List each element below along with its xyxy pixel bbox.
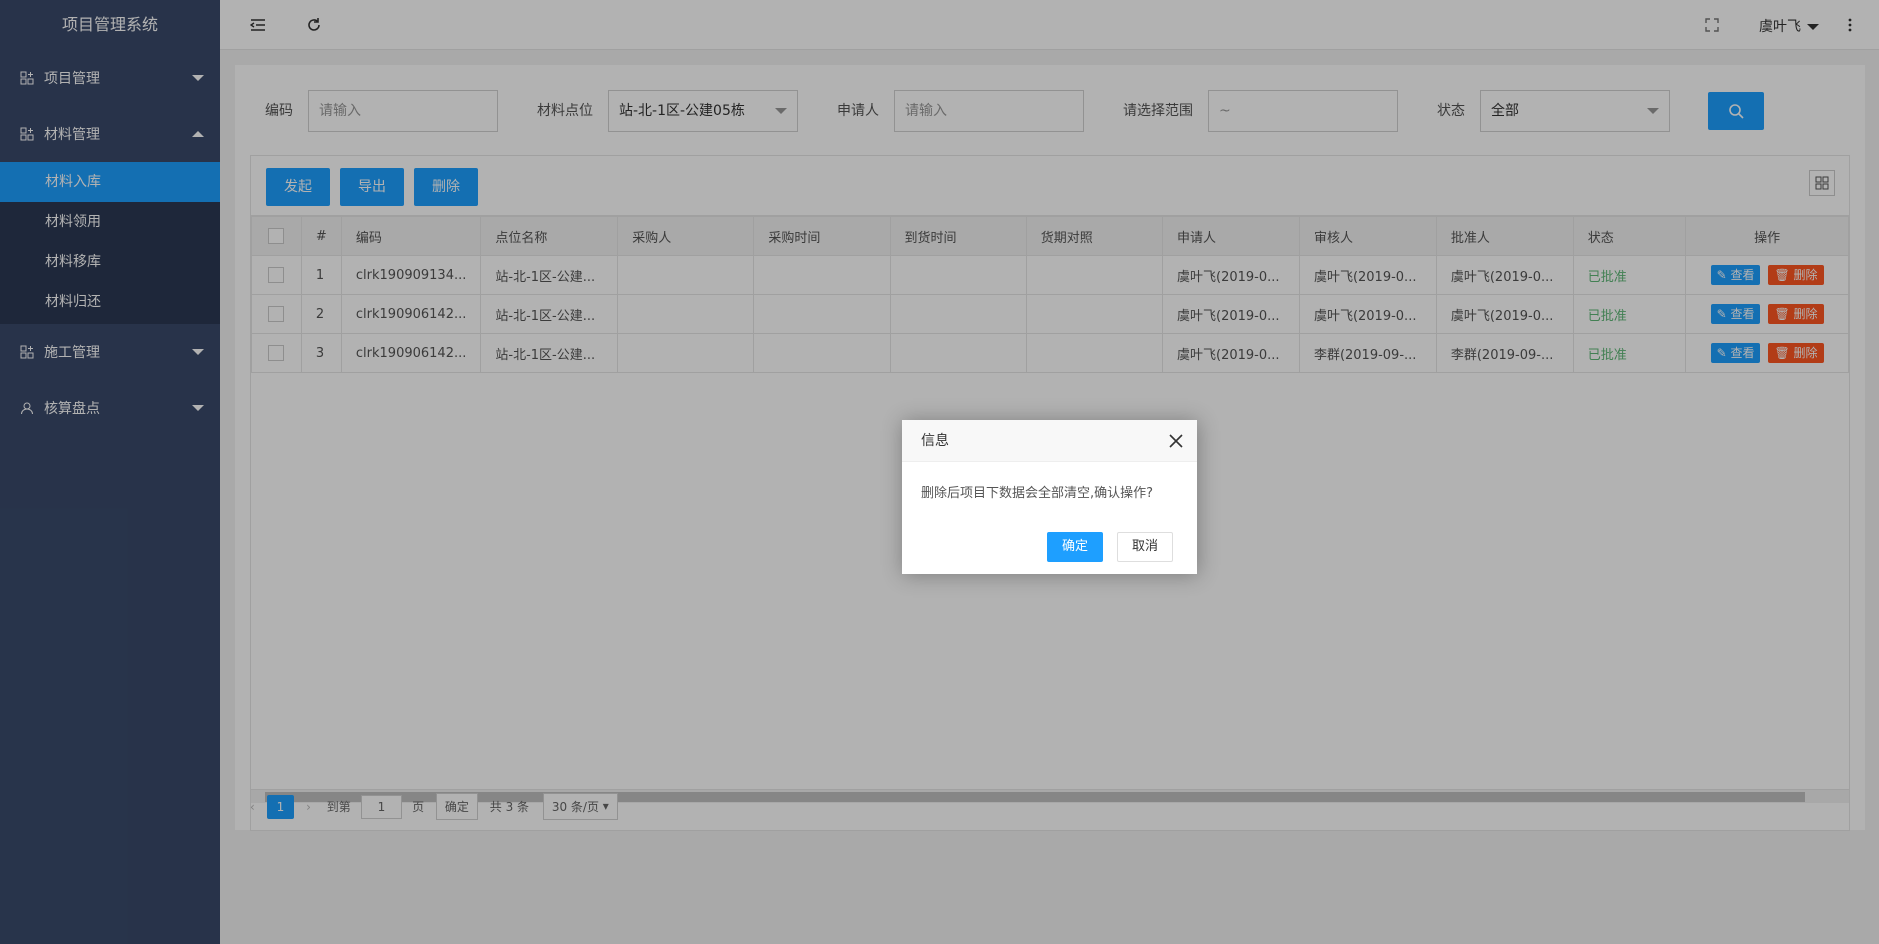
confirm-dialog: 信息 删除后项目下数据会全部清空,确认操作? 确定 取消 bbox=[902, 420, 1197, 574]
dialog-title: 信息 bbox=[902, 420, 1197, 462]
close-icon[interactable] bbox=[1169, 434, 1183, 448]
dialog-ok-button[interactable]: 确定 bbox=[1047, 532, 1104, 562]
dialog-message: 删除后项目下数据会全部清空,确认操作? bbox=[921, 486, 1154, 501]
dialog-cancel-button[interactable]: 取消 bbox=[1117, 532, 1174, 562]
